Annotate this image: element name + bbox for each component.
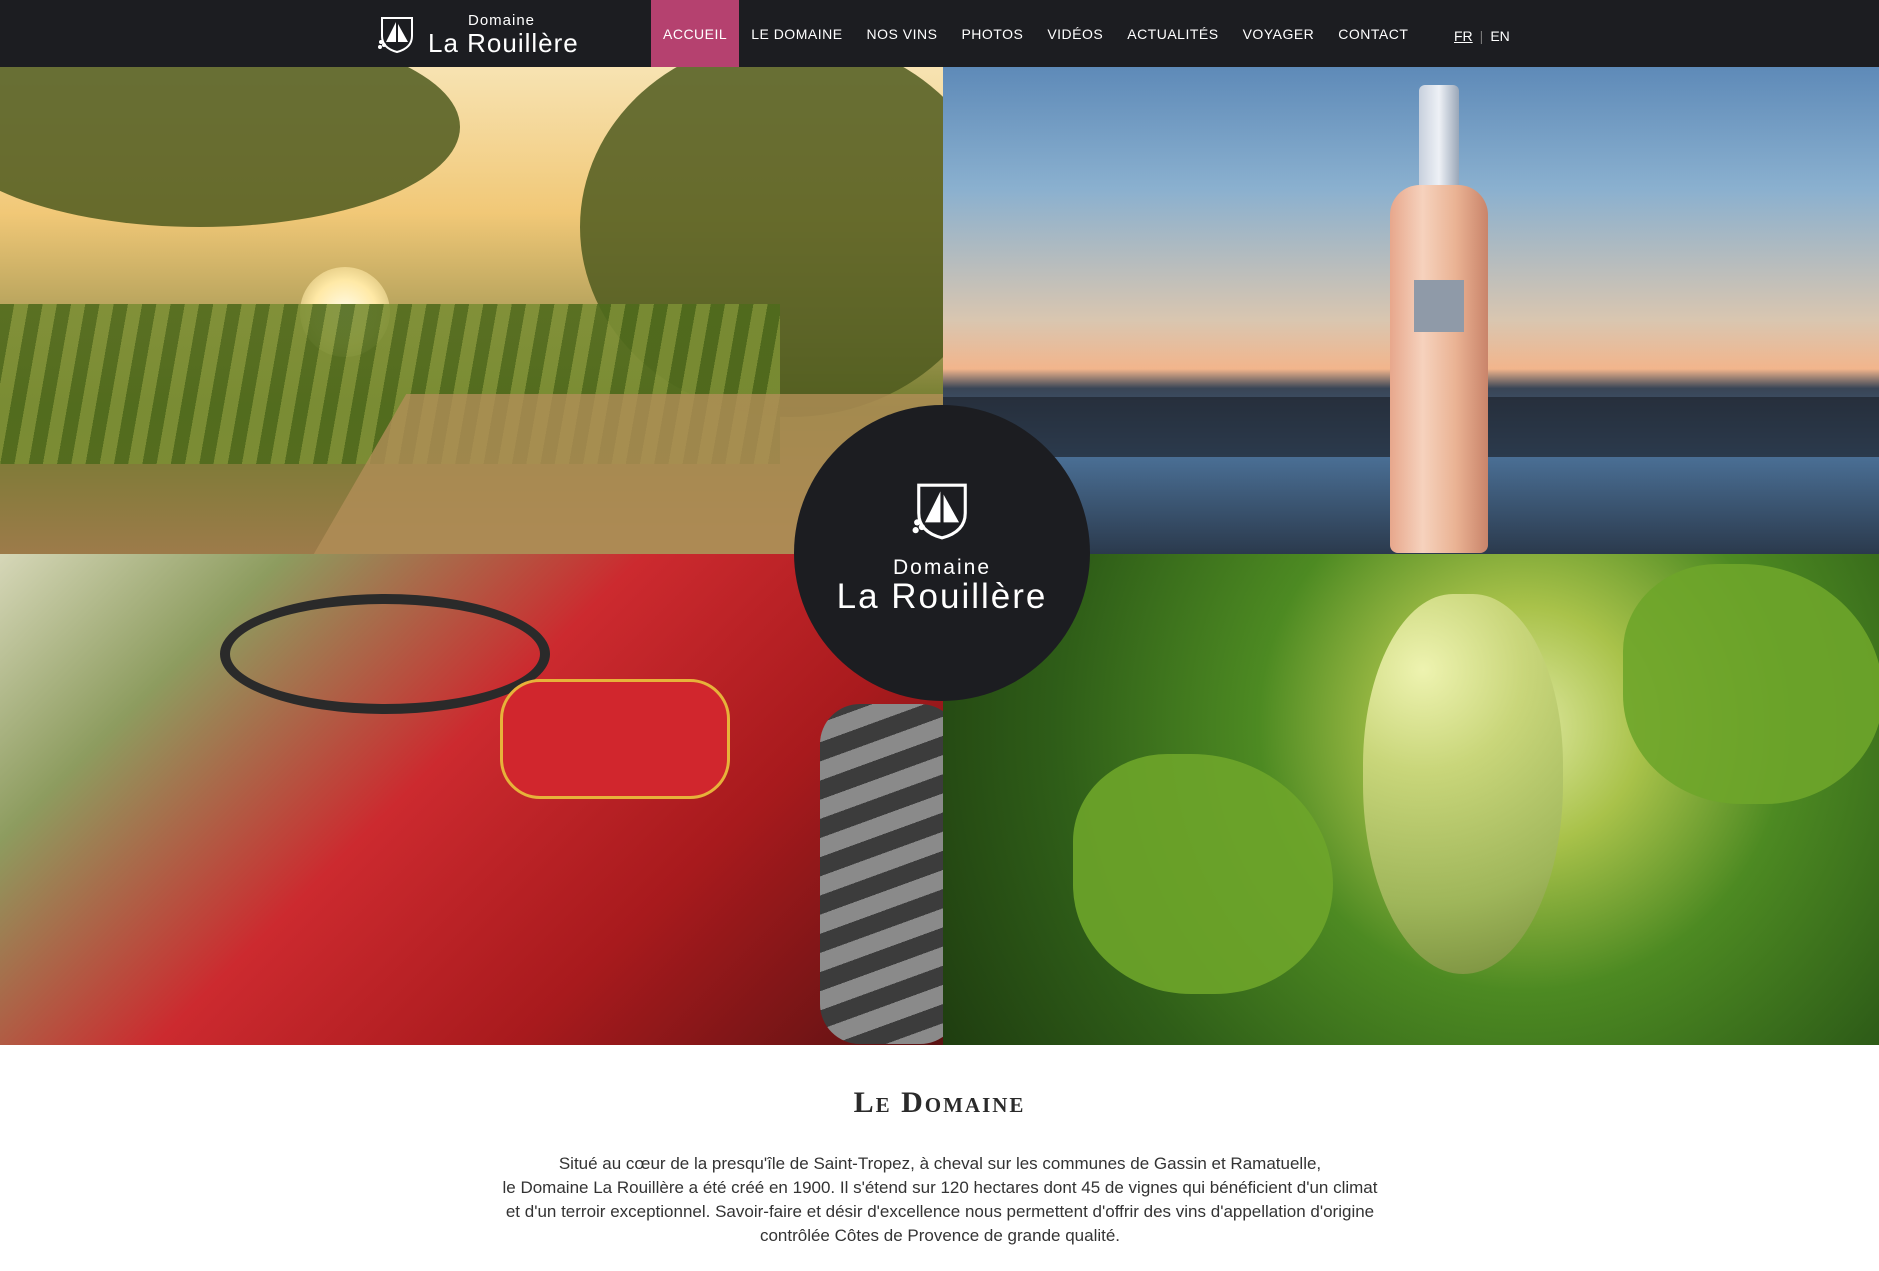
shield-sailboat-logo-icon bbox=[912, 483, 967, 540]
center-brand-name-text: La Rouillère bbox=[836, 577, 1048, 617]
bottle-label bbox=[1414, 280, 1464, 332]
rose-wine-bottle bbox=[1390, 85, 1488, 553]
brand-logo-link[interactable]: Domaine La Rouillère bbox=[376, 8, 579, 60]
rose-bottle-sunset-photo bbox=[943, 67, 1879, 554]
bottle-body bbox=[1390, 185, 1488, 553]
nav-item-le-domaine[interactable]: Le Domaine bbox=[739, 0, 854, 67]
section-description: Situé au cœur de la presqu'île de Saint-… bbox=[430, 1152, 1450, 1248]
top-navigation-bar: Domaine La Rouillère Accueil Le Domaine … bbox=[0, 0, 1879, 67]
language-en-link[interactable]: EN bbox=[1490, 28, 1509, 44]
description-line: contrôlée Côtes de Provence de grande qu… bbox=[759, 1226, 1121, 1245]
section-title: Le Domaine bbox=[853, 1086, 1026, 1119]
brand-small-text: Domaine bbox=[468, 11, 536, 29]
oak-canopy-left bbox=[0, 67, 460, 227]
main-menu: Accueil Le Domaine Nos vins Photos Vidéo… bbox=[651, 0, 1420, 67]
shield-sailboat-logo-icon bbox=[378, 17, 413, 54]
nav-item-contact[interactable]: Contact bbox=[1326, 0, 1420, 67]
vine-leaf-right bbox=[1623, 564, 1879, 804]
vineyard-sunrise-photo bbox=[0, 67, 943, 554]
steering-wheel bbox=[220, 594, 550, 714]
tractor-seat bbox=[500, 679, 730, 799]
description-line: et d'un terroir exceptionnel. Savoir-fai… bbox=[505, 1202, 1375, 1221]
vine-leaf-left bbox=[1073, 754, 1333, 994]
description-line: le Domaine La Rouillère a été créé en 19… bbox=[502, 1178, 1378, 1197]
bottle-neck bbox=[1419, 85, 1459, 195]
nav-item-nos-vins[interactable]: Nos vins bbox=[855, 0, 950, 67]
nav-item-actualites[interactable]: Actualités bbox=[1115, 0, 1230, 67]
nav-item-photos[interactable]: Photos bbox=[949, 0, 1035, 67]
nav-item-videos[interactable]: Vidéos bbox=[1035, 0, 1115, 67]
center-brand-small-text: Domaine bbox=[892, 556, 992, 580]
language-separator: | bbox=[1479, 28, 1484, 44]
center-brand-badge: Domaine La Rouillère bbox=[794, 405, 1090, 701]
grape-cluster bbox=[1363, 594, 1563, 974]
white-grapes-photo bbox=[943, 554, 1879, 1045]
red-tractor-photo bbox=[0, 554, 943, 1045]
nav-item-voyager[interactable]: Voyager bbox=[1231, 0, 1327, 67]
nav-item-accueil[interactable]: Accueil bbox=[651, 0, 740, 67]
description-line: Situé au cœur de la presqu'île de Saint-… bbox=[558, 1154, 1322, 1173]
brand-name-text: La Rouillère bbox=[428, 27, 579, 58]
tractor-tire bbox=[820, 704, 943, 1044]
language-switcher: FR | EN bbox=[1454, 28, 1510, 44]
language-fr-link[interactable]: FR bbox=[1454, 28, 1473, 44]
